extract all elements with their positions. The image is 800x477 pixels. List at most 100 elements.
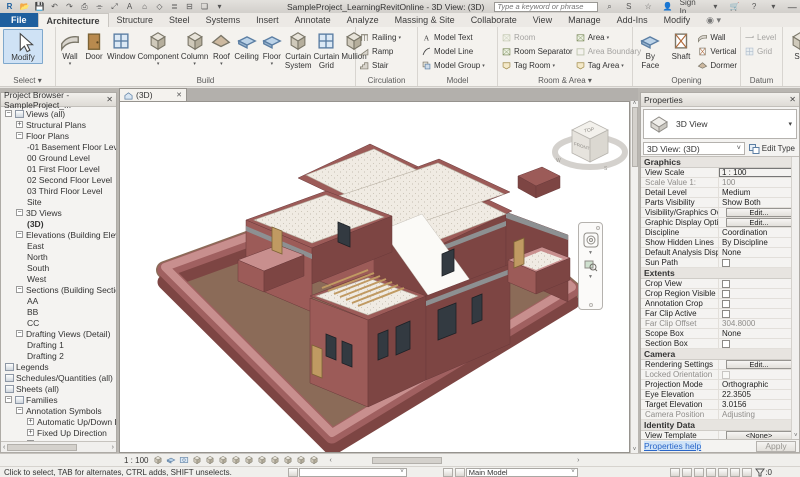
hide-analytical-model-icon[interactable] [296, 455, 307, 465]
exchange-apps-icon[interactable]: S [623, 1, 635, 12]
stair-button[interactable]: Stair [359, 59, 401, 72]
property-row-scope-box[interactable]: Scope BoxNone [641, 329, 799, 339]
tree-item-structural-plans[interactable]: +Structural Plans [1, 119, 116, 130]
ribbon-tab-collaborate[interactable]: Collaborate [463, 13, 525, 27]
zoom-tool-icon[interactable] [584, 258, 598, 272]
property-row-sun-path[interactable]: Sun Path [641, 258, 799, 268]
collapse-icon[interactable]: − [16, 286, 23, 293]
floor-button[interactable]: Floor▾ [261, 29, 283, 67]
ribbon-tab-steel[interactable]: Steel [161, 13, 198, 27]
properties-help-link[interactable]: Properties help [644, 441, 701, 451]
tree-item-schedules-quantities-all-[interactable]: Schedules/Quantities (all) [1, 372, 116, 383]
tree-item-west[interactable]: West [1, 273, 116, 284]
temporary-hide-isolate-icon[interactable] [257, 455, 268, 465]
tree-item--3d-[interactable]: (3D) [1, 218, 116, 229]
settings-gear-icon[interactable] [742, 468, 752, 477]
ribbon-tab-systems[interactable]: Systems [198, 13, 249, 27]
favorites-star-icon[interactable]: ☆ [642, 1, 654, 12]
expand-icon[interactable]: + [16, 121, 23, 128]
tree-item-automatic-up-down-dir[interactable]: +Automatic Up/Down Dir [1, 416, 116, 427]
vertical-button[interactable]: Vertical [697, 45, 737, 58]
ribbon-tab-architecture[interactable]: Architecture [38, 13, 109, 27]
ramp-button[interactable]: Ramp [359, 45, 401, 58]
collapse-icon[interactable]: − [5, 396, 12, 403]
room-separator-button[interactable]: Room Separator [501, 45, 573, 58]
ribbon-tab-modify[interactable]: Modify [656, 13, 699, 27]
shadows-icon[interactable] [192, 455, 203, 465]
active-workset-dropdown[interactable]: ˅ [299, 468, 407, 477]
tree-item-drafting-2[interactable]: Drafting 2 [1, 350, 116, 361]
collapse-icon[interactable]: − [16, 209, 23, 216]
close-icon[interactable]: ✕ [176, 91, 182, 99]
ribbon-panel-label[interactable]: Room & Area ▾ [498, 75, 632, 87]
ribbon-tab-analyze[interactable]: Analyze [339, 13, 387, 27]
ribbon-panel-label[interactable]: Select ▾ [0, 75, 55, 87]
tree-item-elevations-building-elevatio[interactable]: −Elevations (Building Elevatio [1, 229, 116, 240]
design-options-icon[interactable] [455, 468, 465, 477]
ribbon-panel-label[interactable]: Datum [741, 75, 782, 87]
select-by-face-toggle-icon[interactable] [718, 468, 728, 477]
ribbon-panel-label[interactable]: Opening [633, 75, 740, 87]
property-row-far-clip-offset[interactable]: Far Clip Offset304.8000 [641, 319, 799, 329]
building-3d-model[interactable]: W S TOP FRONT [120, 102, 630, 453]
edit-type-button[interactable]: Edit Type [747, 144, 797, 154]
tag-room-button[interactable]: Tag Room▾ [501, 59, 573, 72]
wall-button[interactable]: Wall [697, 31, 737, 44]
navbar-options-icon[interactable] [596, 226, 600, 230]
ribbon-tab-manage[interactable]: Manage [560, 13, 609, 27]
property-row-view-template[interactable]: View Template<None> [641, 431, 799, 439]
tree-item-drafting-1[interactable]: Drafting 1 [1, 339, 116, 350]
design-options-dropdown[interactable]: Main Model˅ [466, 468, 578, 477]
checkbox-unchecked[interactable] [722, 371, 730, 379]
ribbon-tab-structure[interactable]: Structure [109, 13, 162, 27]
window-button[interactable]: Window [107, 29, 135, 62]
drag-on-selection-toggle-icon[interactable] [730, 468, 740, 477]
tree-item-01-first-floor-level[interactable]: 01 First Floor Level [1, 163, 116, 174]
tree-item--01-basement-floor-lev[interactable]: -01 Basement Floor Lev [1, 141, 116, 152]
property-row-visibility-graphics-ov-[interactable]: Visibility/Graphics Ov...Edit... [641, 208, 799, 218]
navbar-handle-icon[interactable] [589, 303, 593, 307]
collapse-icon[interactable]: − [16, 231, 23, 238]
properties-section-camera[interactable]: Camera⌃ [641, 349, 799, 360]
tree-item-annotation-symbols[interactable]: −Annotation Symbols [1, 405, 116, 416]
property-row-rendering-settings[interactable]: Rendering SettingsEdit... [641, 360, 799, 370]
canvas-hscrollbar[interactable]: ‹› [329, 457, 579, 464]
ribbon-tab-massing-site[interactable]: Massing & Site [387, 13, 463, 27]
search-input[interactable] [494, 2, 598, 12]
close-icon[interactable]: ✕ [789, 95, 796, 104]
room-button[interactable]: Room [501, 31, 573, 44]
properties-vscrollbar[interactable]: ˅ [791, 157, 799, 439]
curtain-grid-button[interactable]: Curtain Grid [314, 29, 340, 70]
grid-button[interactable]: Grid [744, 45, 776, 58]
close-icon[interactable]: ✕ [106, 95, 113, 104]
sun-path-icon[interactable] [179, 455, 190, 465]
ceiling-button[interactable]: Ceiling [234, 29, 258, 62]
area-boundary-button[interactable]: Area Boundary [575, 45, 641, 58]
checkbox-unchecked[interactable] [722, 290, 730, 298]
project-browser-header[interactable]: Project Browser - SampleProject_... ✕ [1, 93, 116, 107]
property-row-discipline[interactable]: DisciplineCoordination [641, 228, 799, 238]
curtain-system-button[interactable]: Curtain System [285, 29, 312, 70]
component-button[interactable]: Component▾ [137, 29, 178, 67]
default-3d-view-icon[interactable]: ⌂ [138, 1, 151, 12]
ribbon-tab-overflow-icon[interactable]: ◉ ▾ [698, 13, 729, 27]
tree-item-cc[interactable]: CC [1, 317, 116, 328]
expand-icon[interactable]: + [27, 429, 34, 436]
cart-icon[interactable]: 🛒 [729, 1, 741, 12]
thin-lines-icon[interactable]: ≣ [168, 1, 181, 12]
lock-3d-view-icon[interactable] [244, 455, 255, 465]
view-scale-control[interactable]: 1 : 100 [124, 456, 148, 465]
tree-item-sheets-all-[interactable]: Sheets (all) [1, 383, 116, 394]
detail-level-icon[interactable] [153, 455, 164, 465]
property-row-crop-view[interactable]: Crop View [641, 279, 799, 289]
ribbon-tab-insert[interactable]: Insert [248, 13, 287, 27]
tree-item-floor-plans[interactable]: −Floor Plans [1, 130, 116, 141]
checkbox-unchecked[interactable] [722, 310, 730, 318]
tree-item-03-third-floor-level[interactable]: 03 Third Floor Level [1, 185, 116, 196]
model-group-button[interactable]: Model Group▾ [421, 59, 485, 72]
properties-header[interactable]: Properties ✕ [641, 93, 799, 107]
property-row-target-elevation[interactable]: Target Elevation3.0156 [641, 400, 799, 410]
tree-item-views-all-[interactable]: −Views (all) [1, 108, 116, 119]
checkbox-unchecked[interactable] [722, 280, 730, 288]
property-row-scale-value-1-[interactable]: Scale Value 1:100 [641, 178, 799, 188]
